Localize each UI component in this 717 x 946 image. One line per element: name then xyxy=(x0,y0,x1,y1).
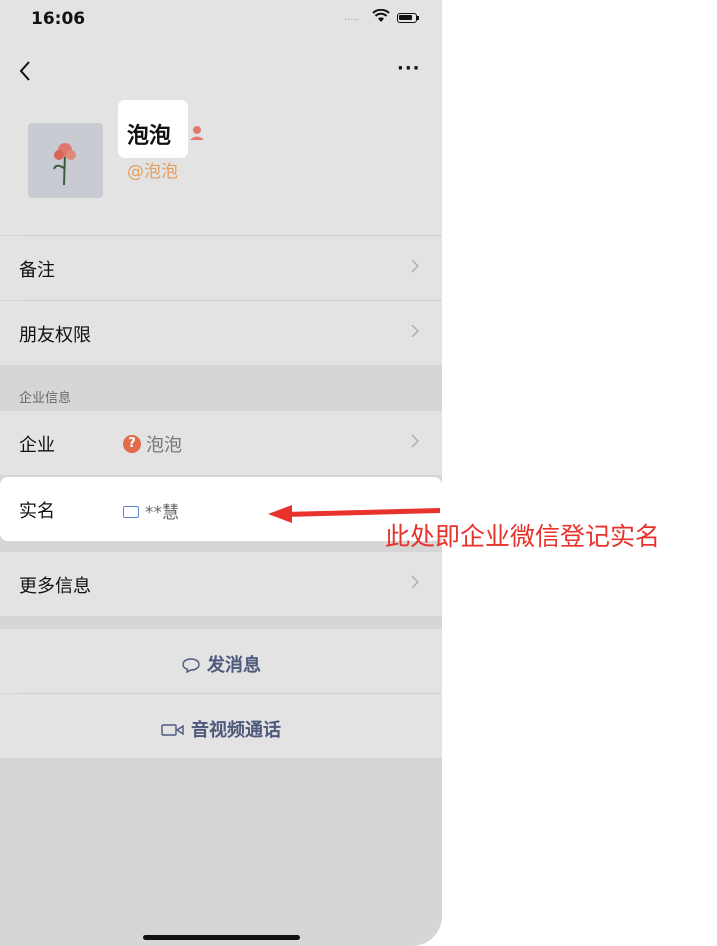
annotation-text: 此处即企业微信登记实名 xyxy=(385,522,661,551)
annotation-arrow xyxy=(268,505,440,523)
